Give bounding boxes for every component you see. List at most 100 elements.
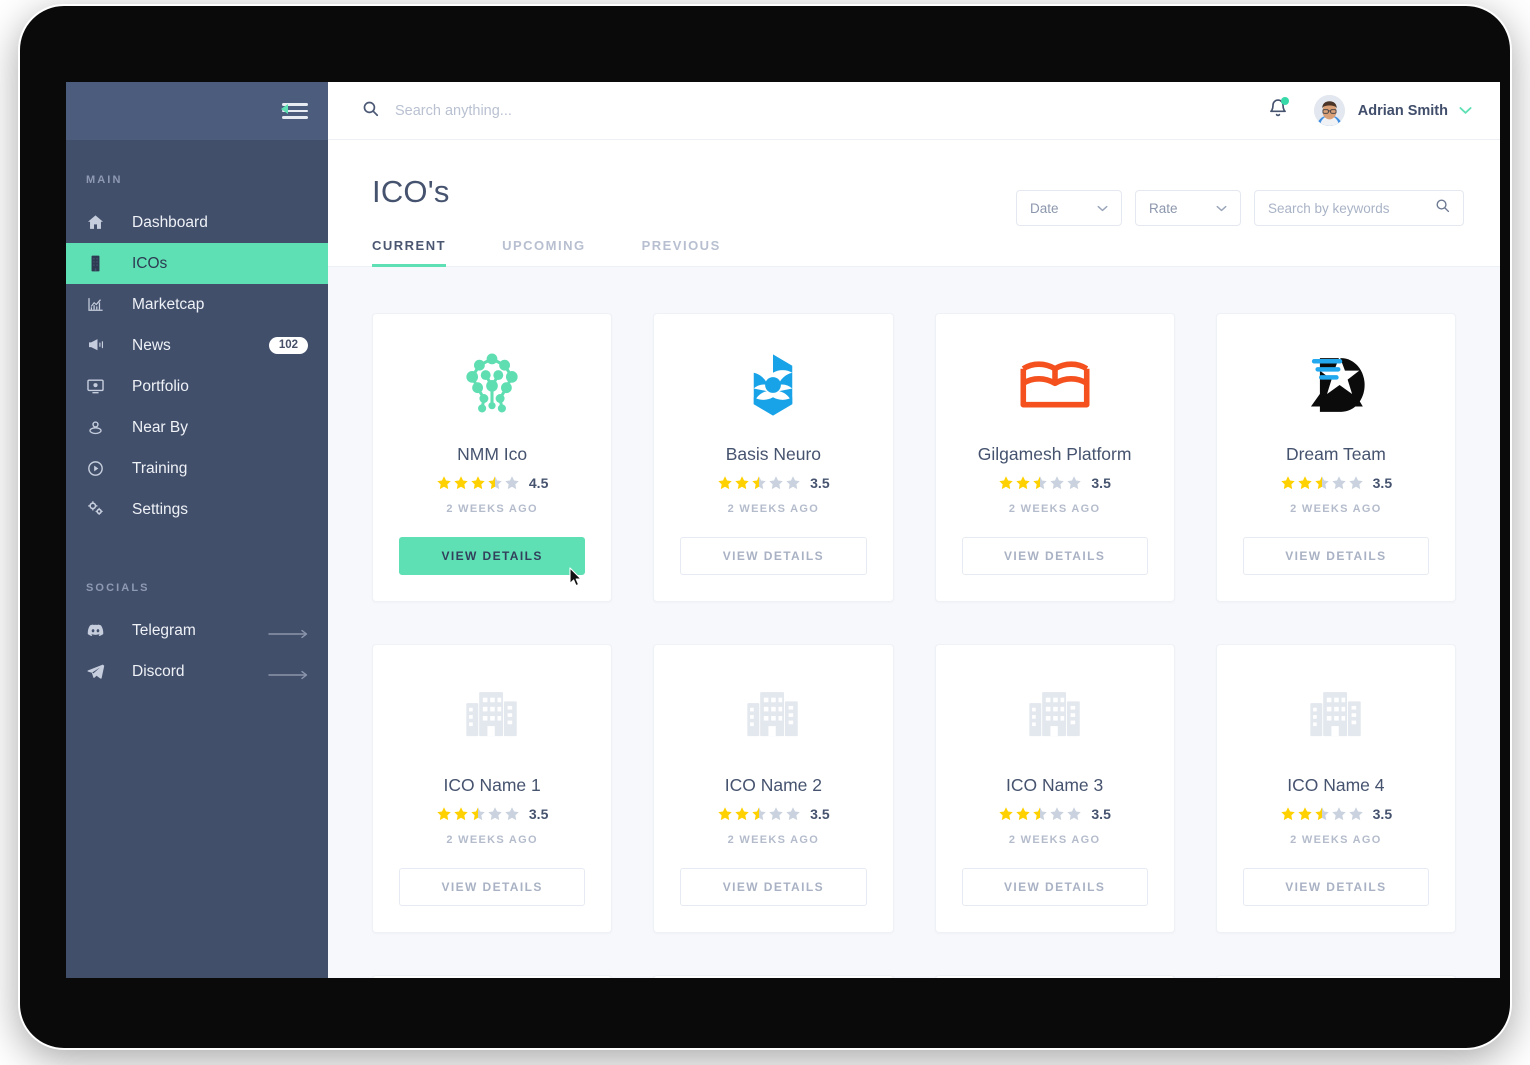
view-details-button[interactable]: VIEW DETAILS [961,537,1148,575]
sidebar-item-discord[interactable]: Discord [66,651,328,692]
sidebar-item-label: Portfolio [132,377,189,395]
sidebar-item-news[interactable]: News 102 [66,325,328,366]
rating: 4.5 [436,475,548,491]
ico-card[interactable] [934,975,1175,978]
view-details-button[interactable]: VIEW DETAILS [680,868,867,906]
discord-icon [86,621,112,640]
sidebar-item-marketcap[interactable]: Marketcap [66,284,328,325]
notifications-button[interactable] [1268,97,1289,124]
rating: 3.5 [717,806,830,822]
ico-card[interactable]: Gilgamesh Platform 3.5 2 WEEKS AGO VIEW DET… [934,313,1175,602]
ico-card-timestamp: 2 WEEKS AGO [1008,503,1101,515]
star-rating [717,806,801,822]
avatar[interactable] [1313,95,1345,126]
telegram-icon [86,662,112,681]
global-search[interactable] [362,100,1268,122]
sidebar: MAIN Dashboard ICOs Marketcap News 102 Portfol… [66,82,328,978]
rating-value: 3.5 [1372,475,1393,491]
rating: 3.5 [717,475,830,491]
sidebar-item-label: Discord [132,662,185,680]
keyword-search-input[interactable] [1268,200,1428,216]
view-details-button[interactable]: VIEW DETAILS [1242,537,1429,575]
sidebar-item-training[interactable]: Training [66,448,328,489]
tab-previous[interactable]: PREVIOUS [642,238,721,266]
search-icon [362,100,379,122]
rating-value: 3.5 [528,806,549,822]
ico-card[interactable]: ICO Name 3 3.5 2 WEEKS AGO VIEW DETAILS [934,644,1175,933]
sidebar-item-telegram[interactable]: Telegram [66,610,328,651]
nmm-molecule-logo [456,342,528,428]
ico-card-timestamp: 2 WEEKS AGO [1290,503,1382,515]
topbar: Adrian Smith [328,82,1500,140]
ico-card-grid: NMM Ico 4.5 2 WEEKS AGO VIEW DETAILS Basis … [372,313,1456,978]
play-icon [86,459,112,478]
ico-card[interactable] [653,975,894,978]
tab-upcoming[interactable]: UPCOMING [502,238,586,266]
search-input[interactable] [395,102,735,119]
home-icon [86,213,112,232]
ico-card[interactable] [1215,975,1456,978]
ico-card[interactable]: ICO Name 2 3.5 2 WEEKS AGO VIEW DETAILS [653,644,894,933]
ico-card-timestamp: 2 WEEKS AGO [1008,834,1101,846]
ico-card[interactable]: Dream Team 3.5 2 WEEKS AGO VIEW DETAILS [1215,313,1456,602]
view-details-button[interactable]: VIEW DETAILS [399,537,586,575]
arrow-right-icon [268,626,310,638]
rating-value: 3.5 [1091,806,1111,822]
sidebar-item-settings[interactable]: Settings [66,489,328,530]
sidebar-section-main: MAIN [86,174,123,186]
sidebar-item-portfolio[interactable]: Portfolio [66,366,328,407]
tab-current[interactable]: CURRENT [372,238,447,267]
gilgamesh-book-logo [1019,342,1091,428]
sidebar-item-label: Near By [132,418,188,436]
megaphone-icon [86,336,112,355]
view-details-button[interactable]: VIEW DETAILS [680,537,867,575]
user-name: Adrian Smith [1357,102,1448,119]
collapse-menu-icon[interactable] [281,103,308,119]
ico-card-title: Gilgamesh Platform [977,444,1132,464]
ico-card-timestamp: 2 WEEKS AGO [1290,834,1382,846]
cards-area: NMM Ico 4.5 2 WEEKS AGO VIEW DETAILS Basis … [328,267,1500,978]
sidebar-item-label: News [132,336,171,354]
keyword-search[interactable] [1254,190,1464,226]
rating-value: 3.5 [1091,475,1111,491]
filters: Date Rate [1016,190,1464,226]
basis-neuro-logo [738,342,808,428]
ico-card[interactable]: ICO Name 1 3.5 2 WEEKS AGO VIEW DETAILS [372,644,613,933]
sidebar-item-near-by[interactable]: Near By [66,407,328,448]
date-filter-label: Date [1030,200,1059,216]
sidebar-item-label: Marketcap [132,295,205,313]
dream-team-logo [1300,342,1372,428]
chevron-down-icon[interactable] [1459,102,1472,120]
sidebar-item-label: Training [132,459,188,477]
chart-icon [86,295,112,314]
ico-card[interactable]: ICO Name 4 3.5 2 WEEKS AGO VIEW DETAILS [1215,644,1456,933]
ico-card-title: ICO Name 4 [1287,775,1385,795]
rate-filter-label: Rate [1149,200,1178,216]
sidebar-header [66,82,328,140]
date-filter[interactable]: Date [1016,190,1122,226]
view-details-button[interactable]: VIEW DETAILS [399,868,586,906]
rate-filter[interactable]: Rate [1135,190,1241,226]
star-rating [998,475,1082,491]
view-details-button[interactable]: VIEW DETAILS [961,868,1148,906]
notification-dot [1280,97,1289,105]
main-area: Adrian Smith ICO's Date [328,82,1500,978]
ico-card-title: Basis Neuro [725,444,822,464]
device-frame: MAIN Dashboard ICOs Marketcap News 102 Portfol… [18,4,1512,1050]
view-details-button[interactable]: VIEW DETAILS [1242,868,1429,906]
ico-card-timestamp: 2 WEEKS AGO [727,834,820,846]
rating-value: 3.5 [1372,806,1393,822]
ico-card[interactable] [372,975,613,978]
ico-card[interactable]: NMM Ico 4.5 2 WEEKS AGO VIEW DETAILS [372,313,613,602]
sidebar-item-dashboard[interactable]: Dashboard [66,202,328,243]
ico-card[interactable]: Basis Neuro 3.5 2 WEEKS AGO VIEW DETAILS [653,313,894,602]
building-placeholder [740,673,806,759]
chevron-down-icon [1097,199,1108,217]
search-icon[interactable] [1435,198,1450,218]
rating: 3.5 [1280,475,1392,491]
sidebar-item-icos[interactable]: ICOs [66,243,328,284]
screen: MAIN Dashboard ICOs Marketcap News 102 Portfol… [66,82,1500,978]
star-rating [717,475,801,491]
building-icon [86,254,112,273]
building-placeholder [1303,673,1369,759]
